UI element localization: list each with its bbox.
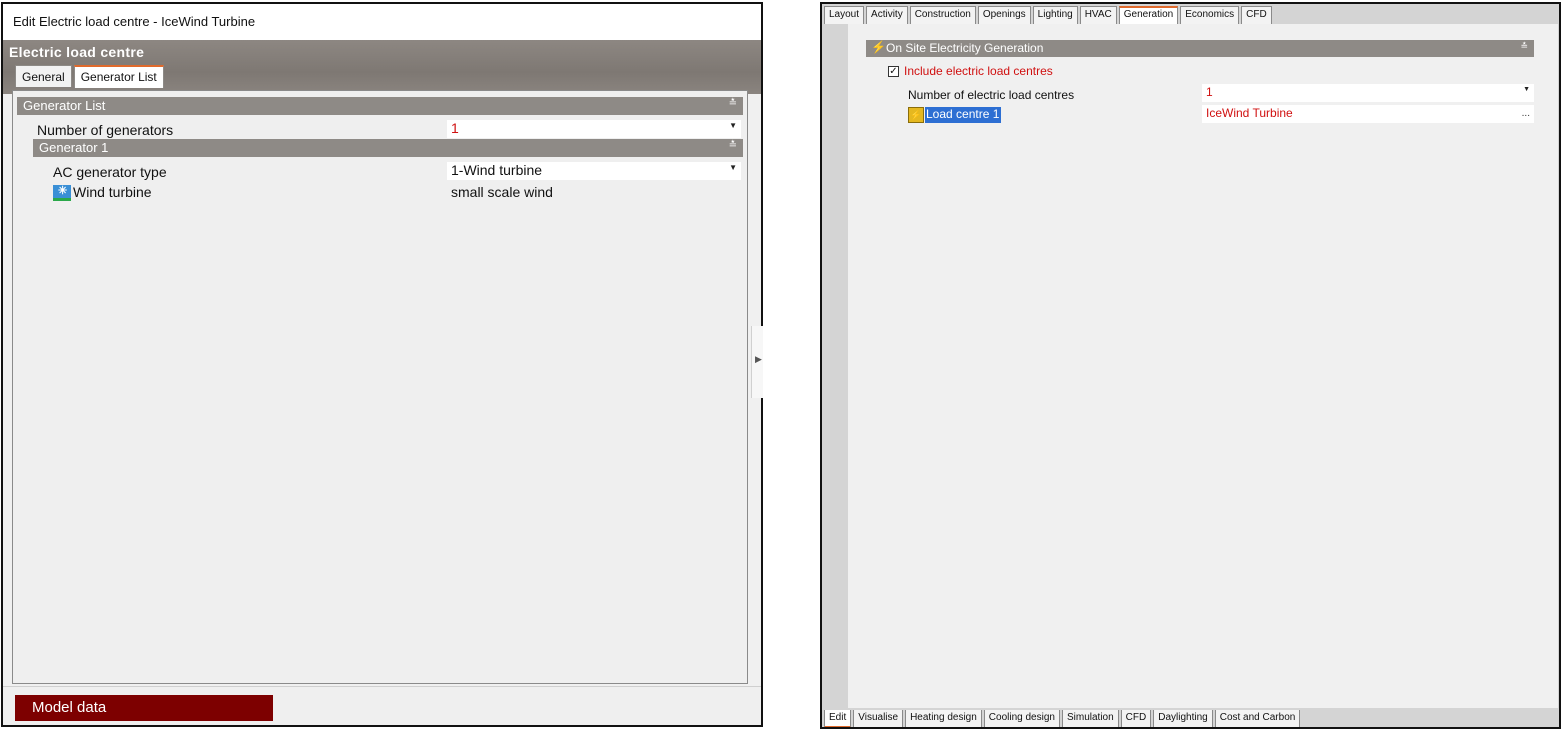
on-site-generation-header[interactable]: ⚡ On Site Electricity Generation ≛ xyxy=(866,40,1534,57)
number-of-generators-value: 1 xyxy=(451,120,459,136)
tab-cost-and-carbon[interactable]: Cost and Carbon xyxy=(1214,710,1301,727)
tab-openings[interactable]: Openings xyxy=(977,6,1031,24)
generator-list-header[interactable]: Generator List ≛ xyxy=(17,97,743,115)
tab-edit[interactable]: Edit xyxy=(824,710,852,727)
number-of-generators-row: Number of generators 1 ▼ xyxy=(13,119,743,138)
generator-list-panel: Generator List ≛ Number of generators 1 … xyxy=(12,90,748,684)
on-site-generation-label: On Site Electricity Generation xyxy=(886,41,1044,55)
tab-heating-design[interactable]: Heating design xyxy=(905,710,982,727)
generator-list-header-label: Generator List xyxy=(23,98,106,113)
num-load-centres-select[interactable]: 1 ▼ xyxy=(1202,84,1534,102)
model-data-bar: Model data xyxy=(3,686,761,725)
dropdown-arrow-icon[interactable]: ▼ xyxy=(1523,86,1530,93)
tab-daylighting[interactable]: Daylighting xyxy=(1153,710,1213,727)
tab-cfd[interactable]: CFD xyxy=(1241,6,1272,24)
expand-arrow-icon[interactable]: ▶ xyxy=(755,354,762,365)
wind-turbine-row[interactable]: ✳ Wind turbine small scale wind xyxy=(13,183,743,201)
num-load-centres-label: Number of electric load centres xyxy=(908,88,1075,102)
number-of-generators-label: Number of generators xyxy=(37,122,174,138)
bottom-tab-strip: Edit Visualise Heating design Cooling de… xyxy=(822,710,1302,727)
panel-splitter[interactable]: ▶ xyxy=(751,326,763,398)
top-tab-strip: Layout Activity Construction Openings Li… xyxy=(822,4,1274,24)
load-centre-1-label[interactable]: Load centre 1 xyxy=(925,107,1002,123)
tab-lighting[interactable]: Lighting xyxy=(1032,6,1078,24)
tab-economics[interactable]: Economics xyxy=(1180,6,1240,24)
wind-turbine-value[interactable]: small scale wind xyxy=(451,184,553,200)
collapse-chevron-icon[interactable]: ≛ xyxy=(729,98,737,109)
include-load-centres-label[interactable]: Include electric load centres xyxy=(904,64,1053,78)
dropdown-arrow-icon[interactable]: ▼ xyxy=(729,163,737,172)
panel-title: Electric load centre xyxy=(9,44,145,60)
dropdown-arrow-icon[interactable]: ▼ xyxy=(729,121,737,130)
wind-turbine-icon: ✳ xyxy=(53,185,71,201)
number-of-generators-select[interactable]: 1 ▼ xyxy=(447,120,741,138)
tab-cfd-bottom[interactable]: CFD xyxy=(1120,710,1152,727)
lightning-icon: ⚡ xyxy=(871,40,886,54)
collapse-chevron-icon[interactable]: ≛ xyxy=(1520,41,1528,52)
ac-generator-type-value: 1-Wind turbine xyxy=(451,162,543,178)
building-model-panel: Layout Activity Construction Openings Li… xyxy=(820,2,1561,729)
collapse-chevron-icon[interactable]: ≛ xyxy=(729,140,737,151)
tab-generation[interactable]: Generation xyxy=(1118,6,1179,24)
ac-generator-type-row: AC generator type 1-Wind turbine ▼ xyxy=(13,161,743,180)
num-load-centres-value: 1 xyxy=(1206,85,1213,99)
load-centre-1-value: IceWind Turbine xyxy=(1206,106,1293,120)
model-data-button[interactable]: Model data xyxy=(15,695,273,721)
tab-simulation[interactable]: Simulation xyxy=(1061,710,1119,727)
wind-turbine-label: Wind turbine xyxy=(73,184,152,200)
ac-generator-type-select[interactable]: 1-Wind turbine ▼ xyxy=(447,162,741,180)
generation-content: ⚡ On Site Electricity Generation ≛ ✓ Inc… xyxy=(848,24,1558,708)
dialog-title: Edit Electric load centre - IceWind Turb… xyxy=(3,4,761,40)
tab-generator-list[interactable]: Generator List xyxy=(73,65,164,88)
tab-visualise[interactable]: Visualise xyxy=(853,710,904,727)
tab-layout[interactable]: Layout xyxy=(824,6,865,24)
load-centre-1-field[interactable]: IceWind Turbine ... xyxy=(1202,105,1534,123)
browse-ellipsis-button[interactable]: ... xyxy=(1522,108,1530,119)
generator-1-header-label: Generator 1 xyxy=(39,140,109,155)
tab-general[interactable]: General xyxy=(15,65,72,87)
load-centre-icon: ⚡ xyxy=(908,107,924,123)
tab-activity[interactable]: Activity xyxy=(866,6,908,24)
generator-1-header[interactable]: Generator 1 ≛ xyxy=(33,139,743,157)
ac-generator-type-label: AC generator type xyxy=(53,164,167,180)
tab-cooling-design[interactable]: Cooling design xyxy=(983,710,1060,727)
include-load-centres-checkbox[interactable]: ✓ xyxy=(888,66,899,77)
tab-construction[interactable]: Construction xyxy=(909,6,976,24)
dialog-tabs: General Generator List xyxy=(15,65,166,88)
edit-load-centre-dialog: Edit Electric load centre - IceWind Turb… xyxy=(1,2,763,727)
tab-hvac[interactable]: HVAC xyxy=(1079,6,1117,24)
